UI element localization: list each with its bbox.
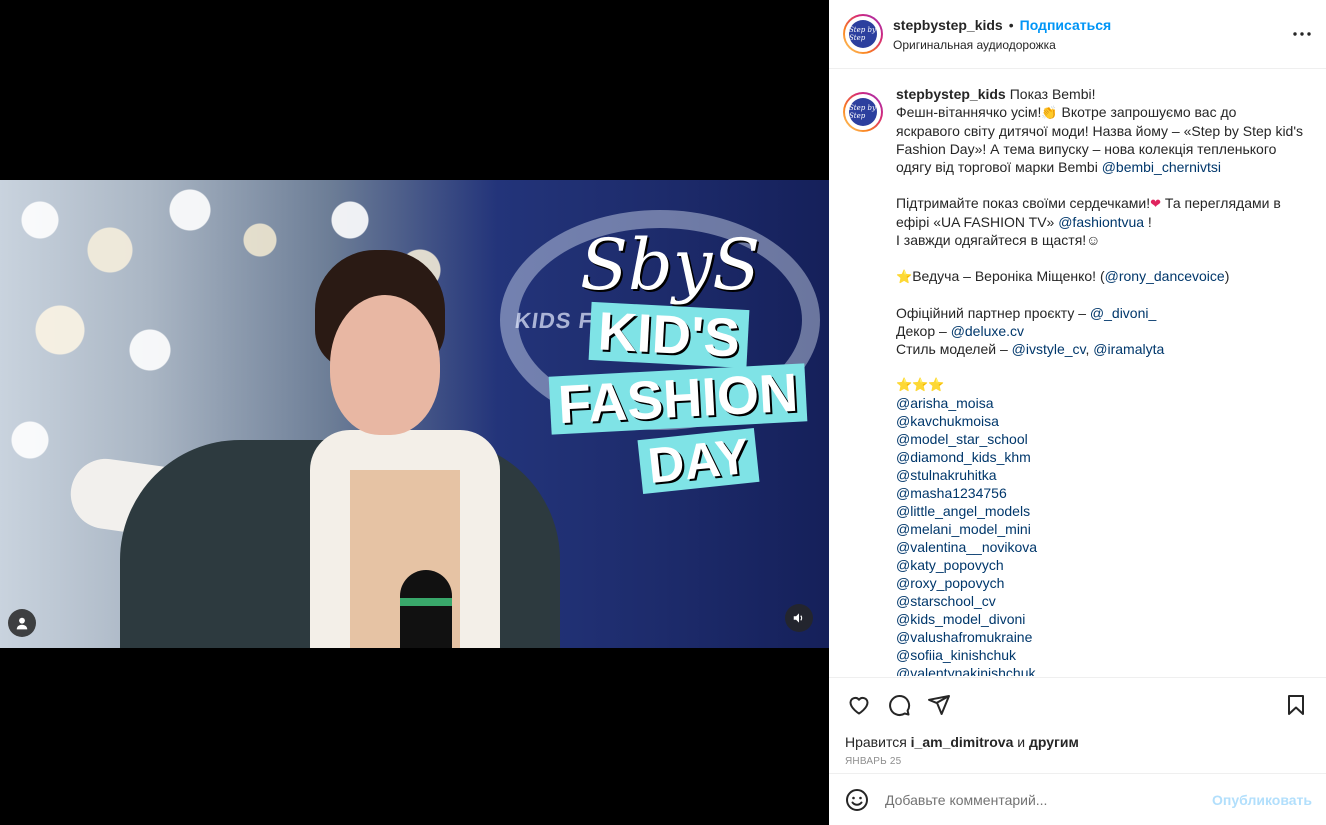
post-sidebar: Step by Step stepbystep_kids • Подписать…	[829, 0, 1326, 825]
caption-line: Фешн-вітаннячко усім!	[896, 104, 1042, 120]
mention-link[interactable]: @valentina__novikova	[896, 538, 1306, 556]
follow-button[interactable]: Подписаться	[1020, 17, 1112, 33]
mention-link[interactable]: @masha1234756	[896, 484, 1306, 502]
heart-emoji: ❤	[1150, 196, 1162, 211]
mention-link[interactable]: @little_angel_models	[896, 502, 1306, 520]
separator-dot: •	[1008, 16, 1014, 33]
overlay-line-3: DAY	[637, 428, 760, 494]
mention-link[interactable]: @arisha_moisa	[896, 394, 1306, 412]
caption-line: одягу від торгової марки Bembi	[896, 159, 1102, 175]
emoji-picker-button[interactable]	[843, 780, 871, 820]
comment-input[interactable]: Добавьте комментарий...	[885, 792, 1212, 808]
caption-line: Показ Bembi!	[1009, 86, 1096, 102]
more-icon	[1293, 32, 1311, 36]
caption-line: Ведуча – Вероніка Міщенко! (	[912, 268, 1105, 284]
mention-link[interactable]: @starschool_cv	[896, 592, 1306, 610]
caption: Step by Step stepbystep_kids Показ Bembi!…	[843, 82, 1312, 676]
mention-link[interactable]: @model_star_school	[896, 430, 1306, 448]
comment-icon	[889, 694, 911, 716]
caption-line: Офіційний партнер проєкту –	[896, 305, 1090, 321]
mention-link[interactable]: @ivstyle_cv	[1012, 341, 1086, 357]
avatar[interactable]: Step by Step	[843, 14, 883, 54]
avatar-logo-text: Step by Step	[849, 26, 876, 42]
microphone	[400, 570, 452, 648]
caption-text: stepbystep_kids Показ Bembi! Фешн-вітання…	[896, 85, 1306, 676]
like-button[interactable]	[839, 685, 879, 725]
caption-scroll-area[interactable]: Step by Step stepbystep_kids Показ Bembi!…	[829, 70, 1326, 676]
more-options-button[interactable]	[1290, 22, 1314, 46]
caption-avatar[interactable]: Step by Step	[843, 92, 883, 132]
mention-link[interactable]: @kids_model_divoni	[896, 610, 1306, 628]
share-icon	[928, 695, 950, 715]
bookmark-icon	[1288, 695, 1304, 715]
likes-summary: Нравится i_am_dimitrova и другим	[829, 734, 1326, 750]
caption-line: ефірі «UA FASHION TV»	[896, 214, 1059, 230]
caption-line: !	[1144, 214, 1152, 230]
clap-emoji: 👏	[1041, 105, 1058, 120]
caption-username[interactable]: stepbystep_kids	[896, 86, 1006, 102]
mention-link[interactable]: @deluxe.cv	[951, 323, 1024, 339]
share-button[interactable]	[919, 685, 959, 725]
caption-line: )	[1224, 268, 1230, 284]
caption-line: Вкотре запрошуємо вас до	[1057, 104, 1237, 120]
caption-line: яскравого світу дитячої моди! Назва йому…	[896, 123, 1304, 139]
mention-link[interactable]: @_divoni_	[1090, 305, 1156, 321]
caption-avatar-logo-text: Step by Step	[849, 104, 876, 120]
video-player[interactable]: KIDS FASHION DAY SbyS KID'S FASHION DAY	[0, 180, 829, 648]
caption-line: Стиль моделей –	[896, 341, 1012, 357]
caption-line: Декор –	[896, 323, 951, 339]
likes-prefix: Нравится	[845, 734, 911, 750]
emoji-icon	[846, 788, 868, 811]
mention-link[interactable]: @rony_dancevoice	[1105, 268, 1225, 284]
likes-others-link[interactable]: другим	[1029, 734, 1079, 750]
tagged-users-button[interactable]	[8, 609, 36, 637]
likes-middle: и	[1013, 734, 1029, 750]
mention-link[interactable]: @valushafromukraine	[896, 628, 1306, 646]
mention-link[interactable]: @stulnakruhitka	[896, 466, 1306, 484]
mute-button[interactable]	[785, 604, 813, 632]
caption-line: Та переглядами в	[1161, 195, 1281, 211]
caption-line: Fashion Day»! А тема випуску – нова коле…	[896, 141, 1277, 157]
mention-link[interactable]: @diamond_kids_khm	[896, 448, 1306, 466]
liker-username[interactable]: i_am_dimitrova	[911, 734, 1014, 750]
save-button[interactable]	[1276, 685, 1316, 725]
username-link[interactable]: stepbystep_kids	[893, 17, 1003, 33]
overlay-line-1: KID'S	[588, 301, 750, 369]
comment-bar: Добавьте комментарий... Опубликовать	[829, 773, 1326, 825]
video-title-overlay: SbyS KID'S FASHION DAY	[548, 224, 820, 494]
mention-link[interactable]: @kavchukmoisa	[896, 412, 1306, 430]
presenter	[60, 240, 560, 648]
heart-icon	[849, 697, 869, 715]
mention-link[interactable]: @sofiia_kinishchuk	[896, 646, 1306, 664]
overlay-line-2: FASHION	[548, 363, 808, 435]
caption-line: І завжди одягайтеся в щастя!☺	[896, 232, 1101, 248]
audio-link[interactable]: Оригинальная аудиодорожка	[893, 38, 1111, 52]
user-icon	[16, 617, 28, 630]
publish-button[interactable]: Опубликовать	[1212, 792, 1312, 808]
comment-button[interactable]	[879, 685, 919, 725]
post-header: Step by Step stepbystep_kids • Подписать…	[829, 0, 1326, 69]
mention-link[interactable]: @iramalyta	[1093, 341, 1164, 357]
star-emoji: ⭐	[896, 269, 913, 284]
action-bar	[829, 678, 1326, 732]
post-date[interactable]: ЯНВАРЬ 25	[829, 756, 1326, 767]
overlay-logo-text: SbyS	[580, 224, 761, 306]
media-pane: KIDS FASHION DAY SbyS KID'S FASHION DAY	[0, 0, 829, 825]
stars-emoji: ⭐⭐⭐	[896, 377, 945, 392]
mention-link[interactable]: @fashiontvua	[1058, 214, 1144, 230]
post-actions: Нравится i_am_dimitrova и другим ЯНВАРЬ …	[829, 677, 1326, 825]
mention-link[interactable]: @valentynakinishchuk	[896, 664, 1306, 676]
mention-link[interactable]: @melani_model_mini	[896, 520, 1306, 538]
mention-link[interactable]: @roxy_popovych	[896, 574, 1306, 592]
speaker-icon	[793, 613, 803, 623]
caption-line: Підтримайте показ своїми сердечками!	[896, 195, 1151, 211]
mention-link[interactable]: @katy_popovych	[896, 556, 1306, 574]
mention-link[interactable]: @bembi_chernivtsi	[1102, 159, 1221, 175]
